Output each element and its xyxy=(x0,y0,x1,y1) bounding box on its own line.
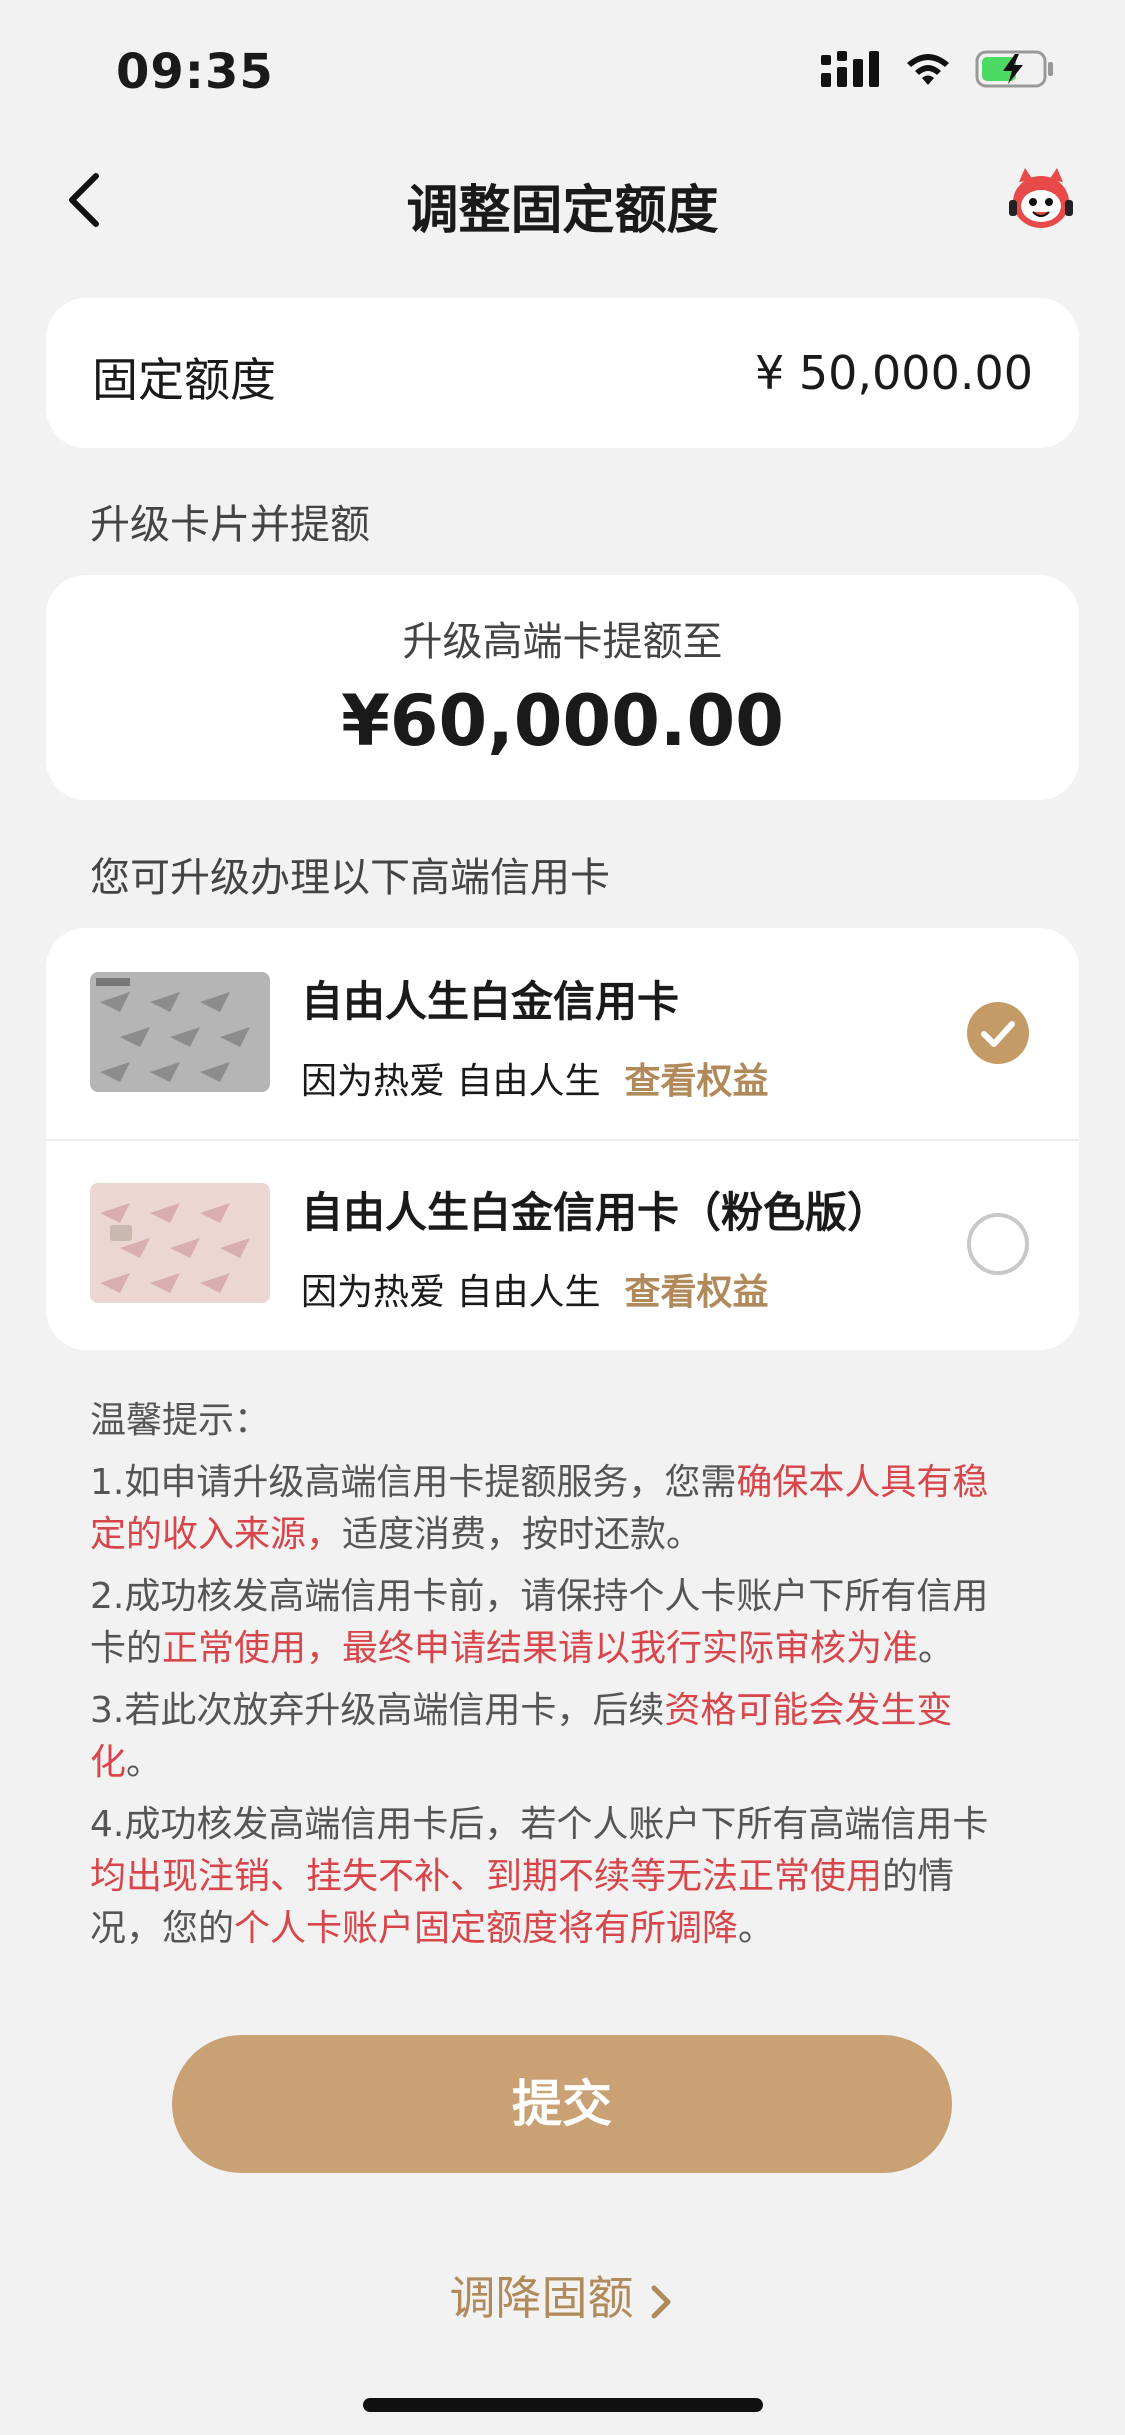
checkmark-icon xyxy=(981,1021,1015,1047)
card-option-title: 自由人生白金信用卡 xyxy=(301,977,680,1026)
upgrade-card: 升级高端卡提额至 ¥60,000.00 xyxy=(46,575,1079,800)
status-icons xyxy=(821,50,1055,88)
view-benefits-link[interactable]: 查看权益 xyxy=(624,1061,768,1102)
radio-selected[interactable] xyxy=(967,1002,1029,1064)
tip-4: 4.成功核发高端信用卡后，若个人账户下所有高端信用卡均出现注销、挂失不补、到期不… xyxy=(90,1799,1020,1955)
tip-1-text-end: 适度消费，按时还款。 xyxy=(342,1514,703,1555)
tip-4-text: 4.成功核发高端信用卡后，若个人账户下所有高端信用卡 xyxy=(90,1804,989,1845)
tip-3: 3.若此次放弃升级高端信用卡，后续资格可能会发生变化。 xyxy=(90,1685,1020,1789)
card-image-pink xyxy=(90,1183,270,1303)
home-indicator[interactable] xyxy=(363,2398,763,2412)
chevron-right-icon xyxy=(651,2285,670,2318)
tip-2-highlight: 正常使用，最终申请结果请以我行实际审核为准 xyxy=(162,1628,919,1669)
tip-1: 1.如申请升级高端信用卡提额服务，您需确保本人具有稳定的收入来源，适度消费，按时… xyxy=(90,1457,1020,1561)
status-time: 09:35 xyxy=(116,44,274,100)
cards-section-title: 您可升级办理以下高端信用卡 xyxy=(90,855,610,901)
card-options-list: 自由人生白金信用卡 因为热爱 自由人生 查看权益 自由人生白金信用卡（粉色版） 因… xyxy=(46,928,1079,1350)
status-bar: 09:35 xyxy=(0,0,1125,140)
card-option-title: 自由人生白金信用卡（粉色版） xyxy=(301,1188,890,1237)
fixed-limit-label: 固定额度 xyxy=(92,353,276,407)
tip-4-highlight: 均出现注销、挂失不补、到期不续等无法正常使用 xyxy=(90,1856,883,1897)
card-option-platinum-pink[interactable]: 自由人生白金信用卡（粉色版） 因为热爱 自由人生 查看权益 xyxy=(46,1139,1079,1350)
card-option-platinum[interactable]: 自由人生白金信用卡 因为热爱 自由人生 查看权益 xyxy=(46,928,1079,1141)
nav-bar: 调整固定额度 xyxy=(0,150,1125,250)
card-image-silver xyxy=(90,972,270,1092)
page-title: 调整固定额度 xyxy=(406,181,719,241)
radio-unselected[interactable] xyxy=(967,1213,1029,1275)
fixed-limit-value: ¥ 50,000.00 xyxy=(755,346,1033,400)
lower-limit-link[interactable]: 调降固额 xyxy=(0,2262,1125,2328)
tip-2-text-end: 。 xyxy=(918,1628,955,1669)
mascot-icon[interactable] xyxy=(1005,162,1077,234)
upgrade-amount: ¥60,000.00 xyxy=(341,680,784,762)
battery-charging-icon xyxy=(975,50,1053,88)
fixed-limit-card: 固定额度 ¥ 50,000.00 xyxy=(46,298,1079,448)
tips-heading: 温馨提示： xyxy=(90,1400,271,1441)
tip-2: 2.成功核发高端信用卡前，请保持个人卡账户下所有信用卡的正常使用，最终申请结果请… xyxy=(90,1571,1020,1675)
lower-limit-label: 调降固额 xyxy=(449,2271,634,2325)
tip-1-text: 1.如申请升级高端信用卡提额服务，您需 xyxy=(90,1462,737,1503)
signal-icon xyxy=(821,51,879,87)
upgrade-subtitle: 升级高端卡提额至 xyxy=(402,619,723,665)
tips-section: 温馨提示： 1.如申请升级高端信用卡提额服务，您需确保本人具有稳定的收入来源，适… xyxy=(90,1395,1020,1965)
view-benefits-link[interactable]: 查看权益 xyxy=(624,1272,768,1313)
card-option-desc: 因为热爱 自由人生 查看权益 xyxy=(301,1052,768,1104)
tip-3-text-end: 。 xyxy=(126,1742,163,1783)
card-option-slogan: 因为热爱 自由人生 xyxy=(301,1272,601,1313)
tip-4-text-end: 。 xyxy=(738,1908,775,1949)
wifi-icon xyxy=(907,54,949,85)
tip-3-text: 3.若此次放弃升级高端信用卡，后续 xyxy=(90,1690,665,1731)
submit-button[interactable]: 提交 xyxy=(172,2035,952,2173)
upgrade-section-title: 升级卡片并提额 xyxy=(90,502,370,548)
card-option-slogan: 因为热爱 自由人生 xyxy=(301,1061,601,1102)
tip-4-highlight-2: 个人卡账户固定额度将有所调降 xyxy=(234,1908,739,1949)
card-option-desc: 因为热爱 自由人生 查看权益 xyxy=(301,1263,768,1315)
